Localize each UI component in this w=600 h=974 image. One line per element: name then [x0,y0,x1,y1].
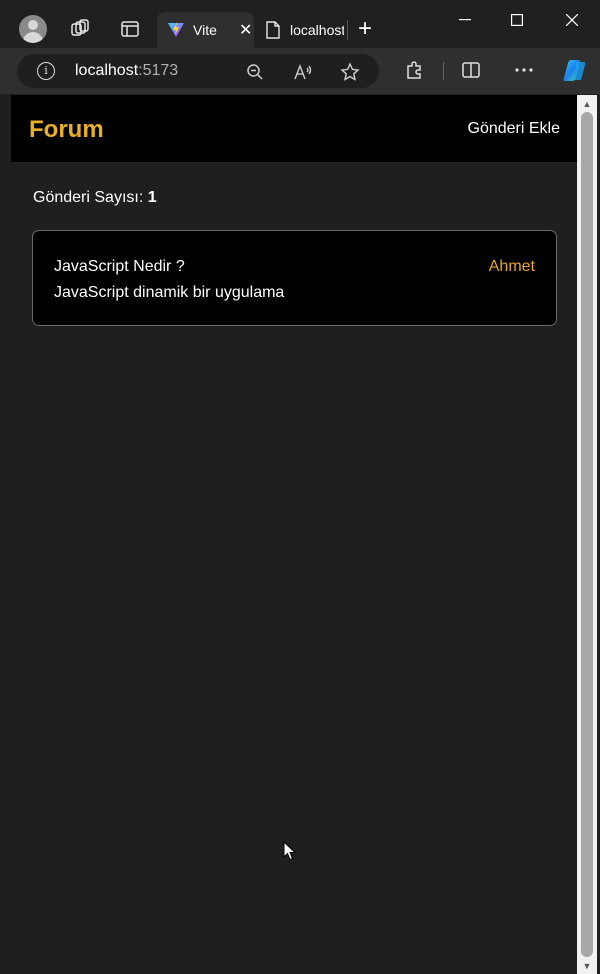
workspaces-icon[interactable] [68,17,92,41]
post-count-label: Gönderi Sayısı: [33,189,144,206]
more-icon[interactable] [513,59,535,81]
tab-actions-icon[interactable] [118,17,142,41]
tab-localhost[interactable]: localhost [254,12,346,48]
tab-close-icon[interactable]: ✕ [239,20,252,40]
scroll-up-arrow-icon[interactable]: ▲ [577,95,597,112]
page-favicon [264,21,282,39]
browser-titlebar: Vite ✕ localhost + [0,0,600,48]
vite-favicon [167,21,185,39]
brand-logo[interactable]: Forum [29,116,104,144]
post-card[interactable]: JavaScript Nedir ? JavaScript dinamik bi… [32,230,557,326]
tab-title: Vite [193,22,217,38]
post-title: JavaScript Nedir ? [54,258,185,275]
add-post-link[interactable]: Gönderi Ekle [468,120,561,138]
tab-title: localhost [290,22,344,38]
url-host: localhost [75,62,139,79]
info-icon[interactable]: i [37,62,55,80]
post-body: JavaScript dinamik bir uygulama [54,284,285,301]
tab-separator [347,20,348,40]
close-window-button[interactable] [560,10,584,30]
page-scrollbar[interactable]: ▲ ▼ [577,95,597,974]
zoom-out-icon[interactable] [245,62,265,82]
maximize-button[interactable] [505,10,529,30]
toolbar-separator [443,62,444,80]
read-aloud-icon[interactable] [293,62,313,82]
browser-toolbar: i localhost:5173 [0,48,600,94]
split-screen-icon[interactable] [460,59,482,81]
post-count: Gönderi Sayısı: 1 [33,189,157,207]
address-bar[interactable]: i localhost:5173 [17,54,379,88]
profile-avatar[interactable] [19,15,47,43]
extensions-icon[interactable] [403,59,425,81]
post-author: Ahmet [488,258,535,275]
app-navbar: Forum Gönderi Ekle [11,95,577,162]
favorite-star-icon[interactable] [340,62,360,82]
post-count-value: 1 [147,189,157,206]
tab-vite[interactable]: Vite ✕ [157,12,254,48]
scrollbar-thumb[interactable] [581,112,593,957]
minimize-button[interactable] [453,10,477,30]
scroll-down-arrow-icon[interactable]: ▼ [577,957,597,974]
copilot-icon[interactable] [560,56,588,84]
mouse-cursor-icon [283,840,297,861]
new-tab-button[interactable]: + [358,17,372,41]
address-url[interactable]: localhost:5173 [75,62,178,80]
url-port: :5173 [138,62,179,79]
